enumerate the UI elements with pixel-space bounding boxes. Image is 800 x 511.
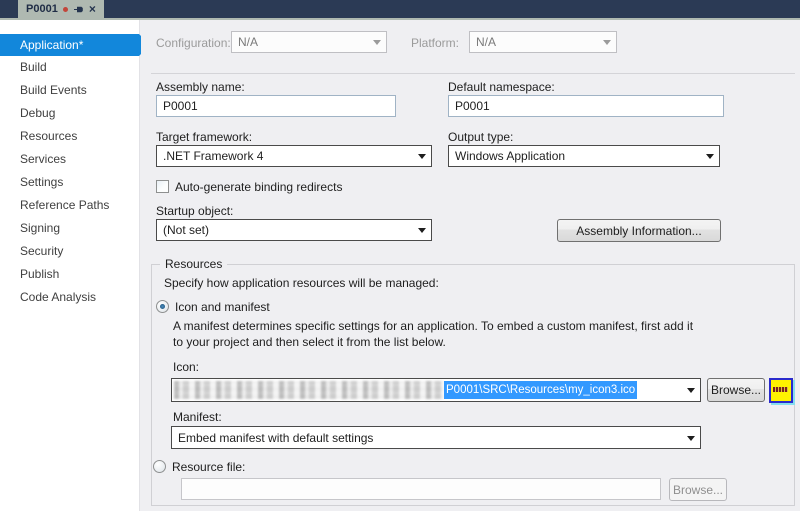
sidebar-item-services[interactable]: Services — [0, 148, 139, 171]
assembly-name-input[interactable]: P0001 — [156, 95, 396, 117]
default-namespace-value: P0001 — [455, 99, 490, 113]
startup-object-select[interactable]: (Not set) — [156, 219, 432, 241]
sidebar-item-label: Application* — [20, 38, 84, 52]
sidebar-item-label: Services — [20, 152, 67, 166]
redacted-path-segment — [174, 381, 444, 399]
startup-object-value: (Not set) — [163, 223, 210, 237]
configuration-label: Configuration: — [156, 36, 231, 50]
platform-value: N/A — [476, 35, 497, 49]
output-type-value: Windows Application — [455, 149, 566, 163]
platform-select: N/A — [469, 31, 617, 53]
default-namespace-label: Default namespace: — [448, 80, 555, 94]
document-tab-strip: P0001 × — [0, 0, 800, 20]
startup-object-label: Startup object: — [156, 204, 234, 218]
tab-title: P0001 — [26, 3, 58, 15]
configuration-select: N/A — [231, 31, 387, 53]
sidebar-item-application[interactable]: Application* — [0, 34, 150, 56]
sidebar-item-security[interactable]: Security — [0, 240, 139, 263]
resources-group-title: Resources — [160, 257, 228, 271]
assembly-information-button-label: Assembly Information... — [576, 223, 702, 238]
icon-label: Icon: — [173, 360, 200, 374]
sidebar-item-label: Publish — [20, 267, 60, 281]
application-settings-panel: Configuration: N/A Platform: N/A Assembl… — [141, 20, 800, 511]
application-icon-preview — [769, 378, 793, 403]
sidebar-item-reference-paths[interactable]: Reference Paths — [0, 194, 139, 217]
resource-file-browse-label: Browse... — [672, 482, 723, 497]
sidebar-item-label: Reference Paths — [20, 198, 110, 212]
resources-intro-label: Specify how application resources will b… — [164, 276, 439, 290]
icon-path-combobox[interactable]: P0001\SRC\Resources\my_icon3.ico — [171, 378, 701, 402]
chevron-down-icon — [418, 154, 426, 159]
icon-and-manifest-radio[interactable] — [156, 300, 169, 313]
configuration-value: N/A — [238, 35, 259, 49]
resource-file-input — [181, 478, 661, 500]
manifest-value: Embed manifest with default settings — [178, 430, 374, 445]
sidebar-item-code-analysis[interactable]: Code Analysis — [0, 286, 139, 309]
sidebar-item-signing[interactable]: Signing — [0, 217, 139, 240]
chevron-down-icon — [687, 388, 695, 393]
resource-file-radio[interactable] — [153, 460, 166, 473]
section-divider — [151, 73, 795, 74]
manifest-label: Manifest: — [173, 410, 222, 424]
sidebar-item-label: Settings — [20, 175, 64, 189]
assembly-name-label: Assembly name: — [156, 80, 245, 94]
manifest-select[interactable]: Embed manifest with default settings — [171, 426, 701, 449]
assembly-name-value: P0001 — [163, 99, 198, 113]
project-designer-sidebar: Application* Build Build Events Debug Re… — [0, 20, 150, 511]
icon-browse-button[interactable]: Browse... — [707, 378, 765, 402]
resource-file-label: Resource file: — [172, 460, 246, 474]
sidebar-item-label: Resources — [20, 129, 78, 143]
chevron-down-icon — [706, 154, 714, 159]
chevron-down-icon — [687, 435, 695, 441]
icon-browse-button-label: Browse... — [710, 383, 761, 397]
target-framework-select[interactable]: .NET Framework 4 — [156, 145, 432, 167]
sidebar-item-label: Signing — [20, 221, 61, 235]
output-type-select[interactable]: Windows Application — [448, 145, 720, 167]
icon-preview-detail — [773, 387, 788, 392]
sidebar-item-debug[interactable]: Debug — [0, 102, 139, 125]
sidebar-item-build-events[interactable]: Build Events — [0, 79, 139, 102]
target-framework-label: Target framework: — [156, 130, 253, 144]
platform-label: Platform: — [411, 36, 460, 50]
sidebar-item-build[interactable]: Build — [0, 56, 139, 79]
sidebar-item-label: Security — [20, 244, 64, 258]
output-type-label: Output type: — [448, 130, 514, 144]
target-framework-value: .NET Framework 4 — [163, 149, 264, 163]
sidebar-item-label: Code Analysis — [20, 290, 97, 304]
chevron-down-icon — [373, 40, 381, 45]
autogen-binding-redirects-checkbox[interactable] — [156, 180, 169, 193]
close-icon[interactable]: × — [89, 3, 96, 15]
sidebar-item-settings[interactable]: Settings — [0, 171, 139, 194]
chevron-down-icon — [418, 228, 426, 233]
manifest-description: A manifest determines specific settings … — [173, 319, 694, 349]
chevron-down-icon — [603, 40, 611, 45]
sidebar-item-label: Build Events — [20, 83, 87, 97]
sidebar-item-resources[interactable]: Resources — [0, 125, 139, 148]
autogen-binding-redirects-label: Auto-generate binding redirects — [175, 180, 343, 194]
sidebar-item-label: Debug — [20, 106, 56, 120]
sidebar-item-publish[interactable]: Publish — [0, 263, 139, 286]
icon-and-manifest-label: Icon and manifest — [175, 300, 270, 314]
default-namespace-input[interactable]: P0001 — [448, 95, 724, 117]
pin-icon[interactable] — [73, 4, 84, 15]
sidebar-item-label: Build — [20, 60, 47, 74]
icon-path-selected-text: P0001\SRC\Resources\my_icon3.ico — [444, 381, 638, 399]
resource-file-browse-button: Browse... — [669, 478, 727, 501]
modified-dot-icon — [62, 6, 68, 12]
assembly-information-button[interactable]: Assembly Information... — [557, 219, 721, 242]
document-tab-p0001[interactable]: P0001 × — [18, 0, 104, 18]
